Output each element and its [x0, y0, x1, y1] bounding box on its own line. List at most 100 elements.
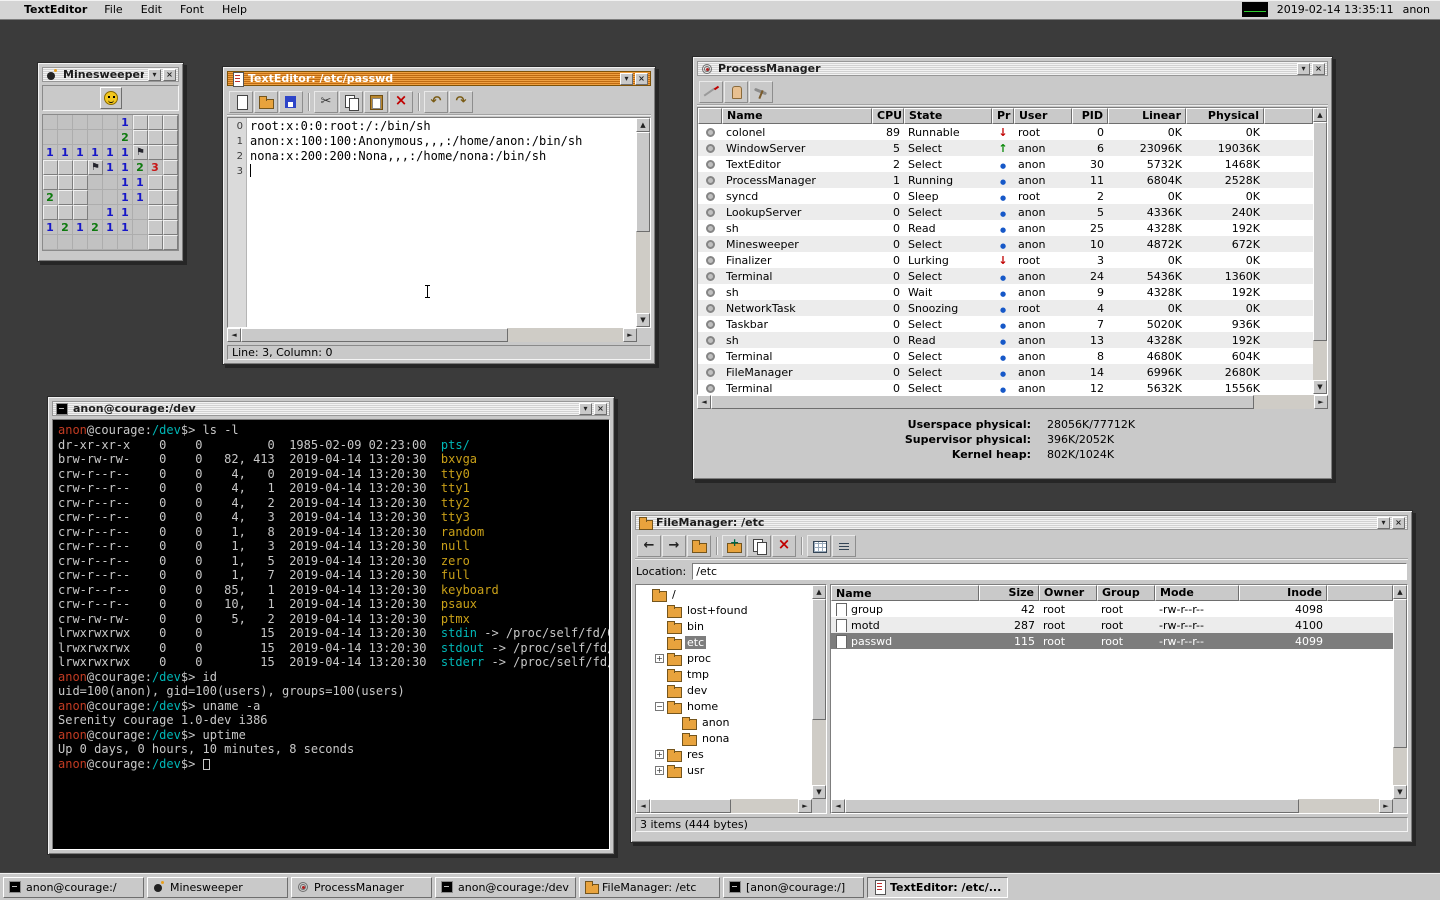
copy-button[interactable] — [747, 535, 771, 557]
tree-item-res[interactable]: +res — [637, 746, 812, 762]
continue-button[interactable] — [749, 81, 773, 103]
expander-icon[interactable]: + — [655, 750, 664, 759]
scroll-up-button[interactable]: ▲ — [1393, 585, 1407, 599]
minesweeper-cell[interactable] — [118, 235, 133, 250]
minesweeper-cell[interactable] — [88, 175, 103, 190]
menu-font[interactable]: Font — [171, 3, 213, 16]
file-row[interactable]: group42rootroot-rw-r--r--4098 — [831, 601, 1393, 617]
minesweeper-cell[interactable]: 1 — [103, 205, 118, 220]
scrollbar-track[interactable] — [711, 395, 1314, 409]
tree-item-root[interactable]: / — [637, 586, 812, 602]
taskbar-button[interactable]: FileManager: /etc — [579, 877, 720, 898]
clock-applet[interactable]: 2019-02-14 13:35:11 — [1277, 3, 1394, 16]
process-row[interactable]: FileManager0Select●anon146996K2680K — [698, 364, 1313, 380]
save-button[interactable] — [279, 91, 303, 113]
process-row[interactable]: colonel89Runnable↓root00K0K — [698, 124, 1313, 140]
process-row[interactable]: NetworkTask0Snoozing●root40K0K — [698, 300, 1313, 316]
minesweeper-cell[interactable] — [73, 160, 88, 175]
taskbar-button[interactable]: Minesweeper — [147, 877, 288, 898]
delete-button[interactable] — [389, 91, 413, 113]
scrollbar-track[interactable] — [241, 328, 623, 342]
process-row[interactable]: WindowServer5Select↑anon623096K19036K — [698, 140, 1313, 156]
minesweeper-cell[interactable]: 1 — [133, 175, 148, 190]
horizontal-scrollbar[interactable]: ◄► — [831, 799, 1393, 813]
column-header-state[interactable]: State — [904, 108, 992, 124]
tree-item-etc[interactable]: etc — [637, 634, 812, 650]
process-row[interactable]: Taskbar0Select●anon75020K936K — [698, 316, 1313, 332]
process-row[interactable]: sh0Read●anon254328K192K — [698, 220, 1313, 236]
column-header-cpu[interactable]: CPU — [872, 108, 904, 124]
minesweeper-cell[interactable] — [58, 115, 73, 130]
process-row[interactable]: Minesweeper0Select●anon104872K672K — [698, 236, 1313, 252]
editor-line[interactable]: anon:x:100:100:Anonymous,,,:/home/anon:/… — [250, 134, 636, 149]
file-row[interactable]: passwd115rootroot-rw-r--r--4099 — [831, 633, 1393, 649]
menu-help[interactable]: Help — [213, 3, 256, 16]
menu-file[interactable]: File — [95, 3, 131, 16]
close-button[interactable]: × — [594, 403, 607, 415]
redo-button[interactable] — [449, 91, 473, 113]
titlebar[interactable]: TextEditor: /etc/passwd ▾× — [227, 71, 651, 86]
minesweeper-cell[interactable]: 2 — [133, 160, 148, 175]
minesweeper-cell[interactable] — [43, 235, 58, 250]
minesweeper-cell[interactable]: 2 — [88, 220, 103, 235]
minesweeper-cell[interactable] — [133, 220, 148, 235]
scrollbar-thumb[interactable] — [241, 328, 508, 342]
minesweeper-cell[interactable] — [88, 115, 103, 130]
column-header-pid[interactable]: PID — [1072, 108, 1108, 124]
process-row[interactable]: LookupServer0Select●anon54336K240K — [698, 204, 1313, 220]
minesweeper-cell[interactable]: 1 — [118, 160, 133, 175]
taskbar-button[interactable]: anon@courage:/ — [3, 877, 144, 898]
terminal-output[interactable]: anon@courage:/dev$> ls -ldr-xr-xr-x 0 0 … — [52, 419, 610, 850]
minesweeper-cell[interactable] — [88, 130, 103, 145]
expander-icon[interactable]: + — [655, 654, 664, 663]
column-header-name[interactable]: Name — [722, 108, 872, 124]
minesweeper-cell[interactable] — [148, 235, 163, 250]
new-button[interactable] — [229, 91, 253, 113]
view-table-button[interactable] — [807, 535, 831, 557]
scrollbar-track[interactable] — [636, 132, 650, 313]
expander-icon[interactable]: + — [655, 766, 664, 775]
minesweeper-cell[interactable] — [163, 160, 178, 175]
scroll-up-button[interactable]: ▲ — [636, 118, 650, 132]
taskbar-button[interactable]: TextEditor: /etc/... — [867, 877, 1008, 898]
horizontal-scrollbar[interactable]: ◄► — [697, 395, 1328, 409]
scroll-right-button[interactable]: ► — [798, 799, 812, 813]
minesweeper-cell[interactable] — [148, 220, 163, 235]
editor-line[interactable]: root:x:0:0:root:/:/bin/sh — [250, 119, 636, 134]
scrollbar-thumb[interactable] — [1313, 122, 1327, 341]
minesweeper-cell[interactable] — [58, 175, 73, 190]
minesweeper-cell[interactable] — [103, 115, 118, 130]
taskbar-button[interactable]: [anon@courage:/] — [723, 877, 864, 898]
minesweeper-cell[interactable] — [163, 175, 178, 190]
scrollbar-track[interactable] — [812, 599, 826, 785]
minesweeper-cell[interactable] — [43, 160, 58, 175]
paste-button[interactable] — [364, 91, 388, 113]
tree-item-tmp[interactable]: tmp — [637, 666, 812, 682]
view-list-button[interactable] — [832, 535, 856, 557]
minesweeper-cell[interactable]: 1 — [133, 190, 148, 205]
minesweeper-cell[interactable] — [88, 205, 103, 220]
scroll-right-button[interactable]: ► — [1314, 395, 1328, 409]
minesweeper-cell[interactable]: ⚑ — [133, 145, 148, 160]
parent-button[interactable] — [687, 535, 711, 557]
minesweeper-cell[interactable] — [148, 130, 163, 145]
minesweeper-cell[interactable] — [73, 115, 88, 130]
horizontal-scrollbar[interactable]: ◄► — [636, 799, 812, 813]
vertical-scrollbar[interactable]: ▲▼ — [1393, 585, 1407, 799]
editor-line[interactable] — [250, 164, 636, 179]
minesweeper-cell[interactable] — [73, 205, 88, 220]
expander-icon[interactable]: − — [655, 702, 664, 711]
minesweeper-cell[interactable]: ⚑ — [88, 160, 103, 175]
minesweeper-cell[interactable] — [88, 235, 103, 250]
minesweeper-cell[interactable] — [73, 190, 88, 205]
minesweeper-cell[interactable]: 1 — [118, 205, 133, 220]
file-row[interactable]: motd287rootroot-rw-r--r--4100 — [831, 617, 1393, 633]
minesweeper-cell[interactable]: 1 — [73, 145, 88, 160]
process-row[interactable]: ProcessManager1Running●anon116804K2528K — [698, 172, 1313, 188]
minimize-button[interactable]: ▾ — [579, 403, 592, 415]
minesweeper-cell[interactable]: 3 — [148, 160, 163, 175]
minesweeper-cell[interactable]: 2 — [43, 190, 58, 205]
face-button[interactable] — [100, 87, 122, 109]
minesweeper-cell[interactable]: 1 — [118, 145, 133, 160]
column-header-owner[interactable]: Owner — [1039, 585, 1097, 601]
